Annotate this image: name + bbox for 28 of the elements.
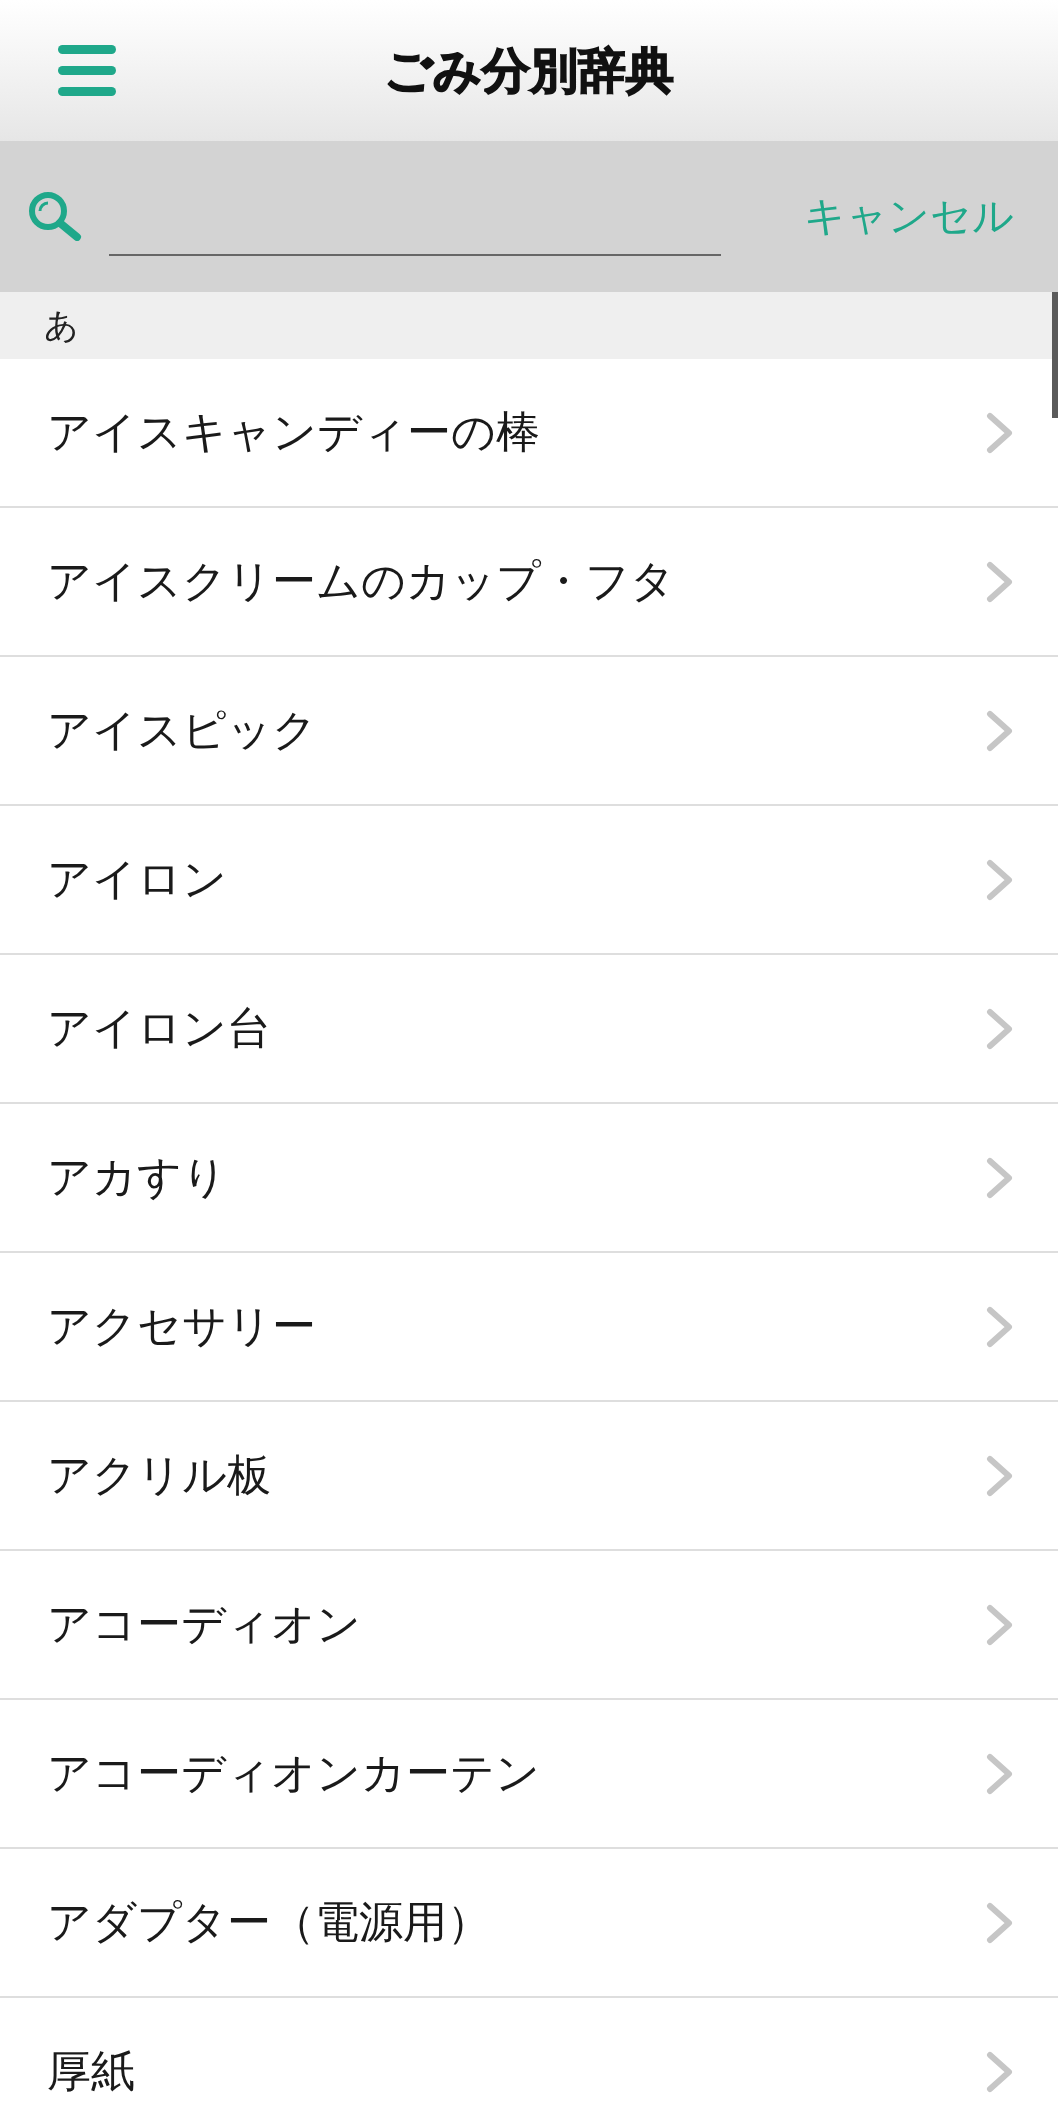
section-heading: あ [44,305,79,346]
list-item[interactable]: アクリル板 [0,1402,1058,1551]
chevron-icon [986,1752,1014,1795]
menu-icon[interactable] [58,45,116,96]
chevron-icon [986,411,1014,454]
list-item[interactable]: アクセサリー [0,1253,1058,1402]
chevron-icon [986,1901,1014,1944]
search-icon [28,190,82,241]
list-item[interactable]: アダプター（電源用） [0,1849,1058,1998]
list-item[interactable]: 厚紙 [0,1998,1058,2111]
chevron-icon [986,1305,1014,1348]
chevron-icon [986,1603,1014,1646]
chevron-icon [986,1156,1014,1199]
list-item[interactable]: アイスピック [0,657,1058,806]
chevron-icon [986,858,1014,901]
app-title: ごみ分別辞典 [384,41,674,100]
list-item[interactable]: アカすり [0,1104,1058,1253]
list-item[interactable]: アコーディオンカーテン [0,1700,1058,1849]
chevron-icon [986,1454,1014,1497]
chevron-icon [986,709,1014,752]
chevron-icon [986,1007,1014,1050]
list-item[interactable]: アイロン [0,806,1058,955]
scroll-thumb[interactable] [1052,292,1058,418]
list-item[interactable]: アコーディオン [0,1551,1058,1700]
chevron-icon [986,560,1014,603]
list-item[interactable]: アイスクリームのカップ・フタ [0,508,1058,657]
list-item[interactable]: アイロン台 [0,955,1058,1104]
chevron-icon [986,2050,1014,2093]
